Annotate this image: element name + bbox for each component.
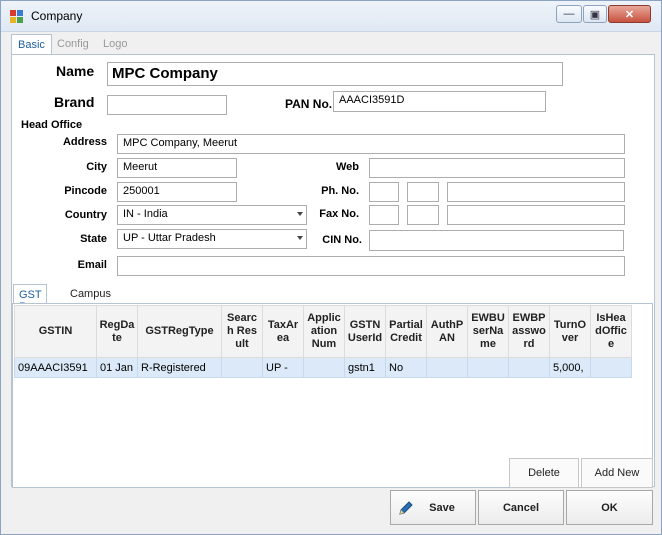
- name-field[interactable]: MPC Company: [107, 62, 563, 86]
- gst-table: GSTIN RegDate GSTRegType Search Result TaxAr…: [14, 305, 632, 378]
- fax-area-field[interactable]: [407, 205, 439, 225]
- table-cell[interactable]: [590, 357, 632, 378]
- table-row[interactable]: 09AAACI3591 01 Jan R-Registered UP - gstn1 No…: [14, 357, 632, 378]
- city-field[interactable]: Meerut: [117, 158, 237, 178]
- tab-logo[interactable]: Logo: [97, 34, 133, 54]
- column-header[interactable]: AuthPAN: [426, 305, 468, 358]
- column-header[interactable]: GSTIN: [14, 305, 97, 358]
- state-select[interactable]: UP - Uttar Pradesh: [117, 229, 307, 249]
- column-header[interactable]: EWBPassword: [508, 305, 550, 358]
- country-value: IN - India: [123, 208, 168, 220]
- pan-label: PAN No.: [285, 97, 333, 111]
- table-cell[interactable]: UP -: [262, 357, 304, 378]
- city-label: City: [86, 161, 107, 173]
- delete-button[interactable]: Delete: [509, 458, 579, 488]
- fax-code-field[interactable]: [369, 205, 399, 225]
- web-field[interactable]: [369, 158, 625, 178]
- column-header[interactable]: GSTN UserId: [344, 305, 386, 358]
- table-cell[interactable]: 5,000,: [549, 357, 591, 378]
- column-header[interactable]: TurnOver: [549, 305, 591, 358]
- column-header[interactable]: Application Num: [303, 305, 345, 358]
- state-label: State: [80, 233, 107, 245]
- close-button[interactable]: ✕: [608, 5, 651, 23]
- country-select[interactable]: IN - India: [117, 205, 307, 225]
- chevron-down-icon[interactable]: [297, 236, 303, 240]
- table-cell[interactable]: [467, 357, 509, 378]
- address-field[interactable]: MPC Company, Meerut: [117, 134, 625, 154]
- table-cell[interactable]: gstn1: [344, 357, 386, 378]
- phone-number-field[interactable]: [447, 182, 625, 202]
- add-new-button[interactable]: Add New: [581, 458, 653, 488]
- table-cell[interactable]: 09AAACI3591: [14, 357, 97, 378]
- gst-grid: GSTIN RegDate GSTRegType Search Result TaxAr…: [12, 303, 653, 488]
- cin-field[interactable]: [369, 230, 624, 251]
- pan-field[interactable]: AAACI3591D: [333, 91, 546, 112]
- grid-header-row: GSTIN RegDate GSTRegType Search Result TaxAr…: [14, 305, 632, 358]
- title-bar[interactable]: Company — ▣ ✕: [1, 1, 661, 32]
- minimize-icon: —: [563, 8, 575, 20]
- address-label: Address: [62, 136, 107, 148]
- maximize-icon: ▣: [589, 8, 601, 21]
- head-office-title: Head Office: [21, 119, 83, 131]
- tab-basic[interactable]: Basic: [11, 34, 52, 55]
- column-header[interactable]: EWBUserName: [467, 305, 509, 358]
- pencil-icon: [399, 501, 413, 515]
- table-cell[interactable]: [426, 357, 468, 378]
- table-cell[interactable]: R-Registered: [137, 357, 222, 378]
- cin-label: CIN No.: [322, 234, 362, 246]
- phone-code-field[interactable]: [369, 182, 399, 202]
- table-cell[interactable]: [508, 357, 550, 378]
- table-cell[interactable]: [221, 357, 263, 378]
- brand-label: Brand: [54, 94, 95, 110]
- table-cell[interactable]: [303, 357, 345, 378]
- chevron-down-icon[interactable]: [297, 212, 303, 216]
- country-label: Country: [64, 209, 107, 221]
- pincode-label: Pincode: [64, 185, 107, 197]
- table-cell[interactable]: No: [385, 357, 427, 378]
- tab-config[interactable]: Config: [51, 34, 95, 54]
- maximize-button[interactable]: ▣: [583, 5, 607, 23]
- column-header[interactable]: GSTRegType: [137, 305, 222, 358]
- close-icon: ✕: [624, 8, 635, 21]
- column-header[interactable]: TaxArea: [262, 305, 304, 358]
- web-label: Web: [335, 161, 359, 173]
- state-value: UP - Uttar Pradesh: [123, 232, 216, 244]
- phone-label: Ph. No.: [321, 185, 359, 197]
- tab-campus[interactable]: Campus: [65, 284, 116, 304]
- column-header[interactable]: IsHeadOffice: [590, 305, 632, 358]
- phone-area-field[interactable]: [407, 182, 439, 202]
- email-field[interactable]: [117, 256, 625, 276]
- save-button[interactable]: Save: [390, 490, 476, 525]
- fax-number-field[interactable]: [447, 205, 625, 225]
- app-icon: [10, 10, 24, 24]
- table-cell[interactable]: 01 Jan: [96, 357, 138, 378]
- minimize-button[interactable]: —: [556, 5, 582, 23]
- pincode-field[interactable]: 250001: [117, 182, 237, 202]
- window-title: Company: [31, 9, 83, 23]
- save-label: Save: [429, 501, 455, 514]
- column-header[interactable]: RegDate: [96, 305, 138, 358]
- cancel-button[interactable]: Cancel: [478, 490, 564, 525]
- brand-field[interactable]: [107, 95, 227, 115]
- email-label: Email: [77, 259, 107, 271]
- tab-gst-reg[interactable]: GST Reg: [13, 284, 48, 313]
- column-header[interactable]: Partial Credit: [385, 305, 427, 358]
- fax-label: Fax No.: [319, 208, 359, 220]
- company-window: Company — ▣ ✕ Basic Config Logo Name MPC…: [0, 0, 662, 535]
- name-label: Name: [56, 63, 95, 79]
- ok-button[interactable]: OK: [566, 490, 653, 525]
- column-header[interactable]: Search Result: [221, 305, 263, 358]
